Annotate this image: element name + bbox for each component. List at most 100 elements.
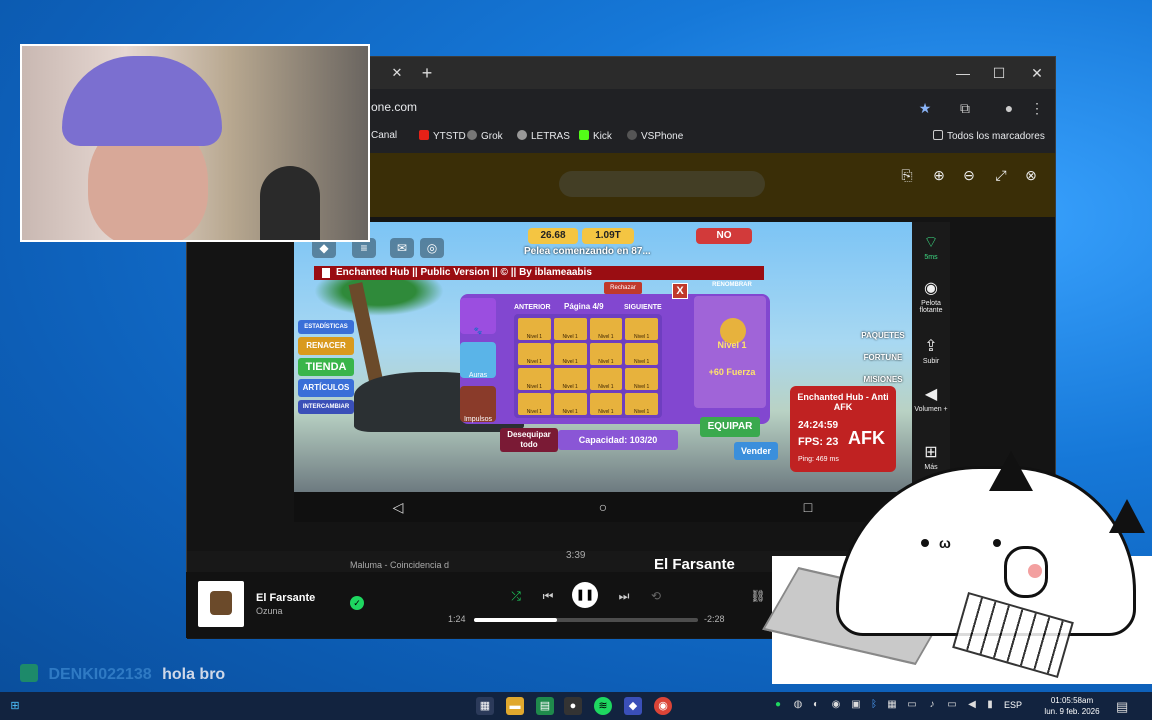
excel-icon[interactable]: ▤ (536, 697, 554, 715)
next-icon[interactable]: ⏭ (614, 586, 634, 606)
previous-icon[interactable]: ⏮ (538, 586, 558, 606)
stats-button[interactable]: ESTADÍSTICAS (298, 320, 354, 334)
pause-button[interactable]: ❚❚ (572, 582, 598, 608)
tray-grid-icon[interactable]: ▦ (886, 699, 898, 713)
liked-check-icon[interactable]: ✓ (350, 596, 364, 610)
song-title[interactable]: El Farsante (256, 592, 315, 604)
home-icon[interactable]: ○ (593, 497, 613, 517)
profile-icon[interactable]: ● (999, 98, 1019, 118)
inventory-cell[interactable]: Nivel 1 (518, 343, 551, 365)
inventory-cell[interactable]: Nivel 1 (553, 343, 587, 365)
link-icon[interactable]: ⛓ (748, 586, 768, 606)
bookmark-star-icon[interactable]: ★ (915, 98, 935, 118)
unequip-all-button[interactable]: Desequipar todo (500, 428, 558, 452)
url-text[interactable]: one.com (371, 100, 417, 114)
start-icon[interactable]: ⊞ (6, 697, 24, 715)
floating-ball-button[interactable]: ◉ Pelota flotante (912, 280, 950, 314)
language-indicator[interactable]: ESP (1004, 700, 1022, 710)
menu-icon[interactable]: ⋮ (1027, 98, 1047, 118)
bookmark-letras[interactable]: LETRAS (517, 130, 570, 142)
notifications-icon[interactable]: ▤ (1116, 699, 1128, 714)
tab-close-icon[interactable]: ✕ (390, 66, 404, 80)
packs-button[interactable]: PAQUETES (856, 328, 910, 344)
chat-icon[interactable]: ✉ (390, 238, 414, 258)
obs-icon[interactable]: ● (564, 697, 582, 715)
spotify-icon[interactable]: ≋ (594, 697, 612, 715)
store-icon[interactable]: ▦ (476, 697, 494, 715)
fortune-button[interactable]: FORTUNE (856, 350, 910, 366)
volume-tray-icon[interactable]: ◀ (966, 699, 978, 713)
inventory-cell[interactable]: Nivel 1 (625, 343, 658, 365)
reject-button[interactable]: Rechazar (604, 282, 642, 294)
tray-app-icon[interactable]: ▣ (850, 699, 862, 713)
next-page-button[interactable]: SIGUIENTE (624, 304, 662, 311)
tray-chrome-icon[interactable]: ◉ (830, 699, 842, 713)
volume-up-button[interactable]: ◀ Volumen + (912, 386, 950, 413)
tray-monitor-icon[interactable]: ▭ (906, 699, 918, 713)
pets-tab[interactable]: 🐾 (460, 298, 496, 335)
back-icon[interactable]: ◁ (388, 497, 408, 517)
tray-obs-icon[interactable]: ◍ (792, 699, 804, 713)
close-inventory-button[interactable]: X (672, 283, 688, 299)
inventory-cell[interactable]: Nivel 1 (625, 368, 658, 390)
bookmark-grok[interactable]: Grok (467, 130, 503, 142)
close-circle-icon[interactable]: ⊗ (1021, 165, 1041, 185)
maximize-icon[interactable]: ☐ (987, 63, 1011, 83)
inventory-cell[interactable]: Nivel 1 (553, 393, 587, 415)
queue-row[interactable]: 3:39 Maluma - Coincidencia d El Farsante (290, 550, 750, 573)
clock[interactable]: 01:05:58am lun. 9 feb. 2026 (1034, 695, 1110, 717)
chrome-icon[interactable]: ◉ (654, 697, 672, 715)
fullscreen-icon[interactable]: ⤢ (991, 165, 1011, 185)
zoom-out-icon[interactable]: ⊖ (959, 165, 979, 185)
inventory-cell[interactable]: Nivel 1 (589, 318, 623, 340)
tray-discord-icon[interactable]: ◐ (810, 699, 822, 713)
microphone-icon[interactable]: ♪ (926, 699, 938, 713)
tray-spotify-icon[interactable]: ● (772, 699, 784, 713)
inventory-cell[interactable]: Nivel 1 (553, 318, 587, 340)
inventory-cell[interactable]: Nivel 1 (589, 393, 623, 415)
battery-icon[interactable]: ▮ (984, 699, 996, 713)
rename-button[interactable]: RENOMBRAR (698, 282, 766, 294)
inventory-cell[interactable]: Nivel 1 (589, 343, 623, 365)
new-tab-button[interactable]: + (417, 63, 437, 83)
inventory-cell[interactable]: Nivel 1 (518, 318, 551, 340)
trade-button[interactable]: INTERCAMBIAR (298, 400, 354, 414)
zoom-in-icon[interactable]: ⊕ (929, 165, 949, 185)
upload-button[interactable]: ⇪ Subir (912, 338, 950, 365)
inventory-cell[interactable]: Nivel 1 (518, 368, 551, 390)
game-screen[interactable]: ◆ ≡ ✉ ◎ 26.68 1.09T NO Pelea comenzando … (294, 222, 912, 492)
sell-button[interactable]: Vender (734, 442, 778, 460)
inventory-cell[interactable]: Nivel 1 (518, 393, 551, 415)
artist-name[interactable]: Ozuna (256, 606, 283, 616)
equip-button[interactable]: EQUIPAR (700, 417, 760, 437)
inventory-cell[interactable]: Nivel 1 (589, 368, 623, 390)
headset-icon[interactable]: ◎ (420, 238, 444, 258)
window-close-icon[interactable]: ✕ (1025, 63, 1049, 83)
bookmark-vsphone[interactable]: VSPhone (627, 130, 683, 142)
inventory-cell[interactable]: Nivel 1 (553, 368, 587, 390)
app-icon[interactable]: ◆ (624, 697, 642, 715)
network-icon[interactable]: ▭ (946, 699, 958, 713)
minimize-icon[interactable]: — (951, 63, 975, 83)
no-badge[interactable]: NO (696, 228, 752, 244)
auras-tab[interactable]: Auras (460, 342, 496, 379)
progress-bar[interactable] (474, 618, 698, 622)
shop-button[interactable]: TIENDA (298, 358, 354, 376)
bookmark-ytstd[interactable]: YTSTD (419, 130, 466, 142)
repeat-icon[interactable]: ⟲ (646, 586, 666, 606)
bluetooth-icon[interactable]: ᛒ (868, 699, 880, 713)
file-explorer-icon[interactable]: ▬ (506, 697, 524, 715)
inventory-cell[interactable]: Nivel 1 (625, 318, 658, 340)
bookmark-canal[interactable]: Canal (371, 130, 397, 141)
all-bookmarks[interactable]: Todos los marcadores (933, 130, 1045, 142)
bookmark-kick[interactable]: Kick (579, 130, 612, 142)
extensions-icon[interactable]: ⧉ (955, 98, 975, 118)
rebirth-button[interactable]: RENACER (298, 337, 354, 355)
prev-page-button[interactable]: ANTERIOR (514, 304, 551, 311)
inventory-cell[interactable]: Nivel 1 (625, 393, 658, 415)
album-art[interactable] (198, 581, 244, 627)
boosts-tab[interactable]: Impulsos (460, 386, 496, 423)
promo-banner[interactable] (559, 171, 765, 197)
items-button[interactable]: ARTÍCULOS (298, 379, 354, 397)
save-icon[interactable]: ⎘ (897, 165, 917, 185)
